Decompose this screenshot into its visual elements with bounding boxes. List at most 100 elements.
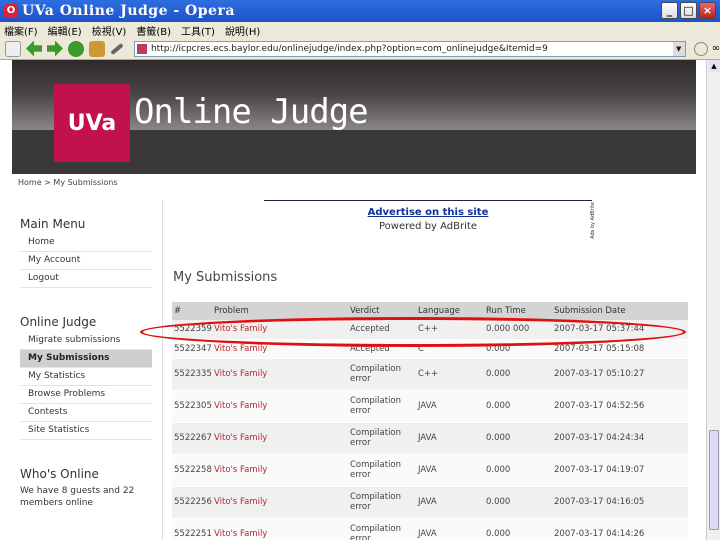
cell-verdict: Compilation error xyxy=(348,518,416,540)
cell-verdict: Compilation error xyxy=(348,422,416,455)
menu-view[interactable]: 檢視(V) xyxy=(92,23,127,38)
menu-bookmarks[interactable]: 書籤(B) xyxy=(136,23,171,38)
forward-icon[interactable] xyxy=(46,40,63,57)
cell-language: JAVA xyxy=(416,454,484,487)
cell-language: JAVA xyxy=(416,518,484,540)
sidebar-item-home[interactable]: Home xyxy=(20,234,152,252)
menu-edit[interactable]: 編輯(E) xyxy=(48,23,82,38)
cell-id: 5522335 xyxy=(172,358,212,391)
cell-language: JAVA xyxy=(416,390,484,423)
col-submission-date[interactable]: Submission Date xyxy=(552,302,688,320)
cell-id: 5522347 xyxy=(172,339,212,359)
cell-run-time: 0.000 xyxy=(484,358,552,391)
table-row: 5522335 Vito's Family Compilation error C++… xyxy=(172,358,688,391)
cell-id: 5522251 xyxy=(172,518,212,540)
cell-submission-date: 2007-03-17 04:19:07 xyxy=(552,454,688,487)
address-bar[interactable]: http://icpcres.ecs.baylor.edu/onlinejudg… xyxy=(133,40,686,57)
table-row: 5522251 Vito's Family Compilation error JAV… xyxy=(172,518,688,540)
cell-run-time: 0.000 xyxy=(484,518,552,540)
col-run-time[interactable]: Run Time xyxy=(484,302,552,320)
ad-powered-by: Powered by AdBrite xyxy=(379,221,477,232)
cell-id: 5522267 xyxy=(172,422,212,455)
col-id[interactable]: # xyxy=(172,302,212,320)
reload-icon[interactable] xyxy=(67,40,84,57)
binoculars-icon[interactable]: ∞ xyxy=(712,43,720,54)
submissions-table: # Problem Verdict Language Run Time Subm… xyxy=(172,302,688,540)
whos-online-title: Who's Online xyxy=(20,467,99,481)
cell-submission-date: 2007-03-17 04:24:34 xyxy=(552,422,688,455)
table-row: 5522359 Vito's Family Accepted C++ 0.000 000… xyxy=(172,320,688,340)
cell-submission-date: 2007-03-17 04:14:26 xyxy=(552,518,688,540)
breadcrumb[interactable]: Home > My Submissions xyxy=(18,178,118,187)
wand-icon[interactable] xyxy=(110,42,124,55)
menu-file[interactable]: 檔案(F) xyxy=(4,23,38,38)
cell-problem-link[interactable]: Vito's Family xyxy=(212,339,348,359)
sidebar-item-my-account[interactable]: My Account xyxy=(20,252,152,270)
cell-problem-link[interactable]: Vito's Family xyxy=(212,390,348,423)
favicon-icon xyxy=(136,43,147,54)
chevron-down-icon[interactable]: ▼ xyxy=(672,41,685,56)
vertical-scrollbar[interactable]: ▲ xyxy=(706,60,720,540)
table-row: 5522267 Vito's Family Compilation error JAV… xyxy=(172,422,688,455)
cell-run-time: 0.000 xyxy=(484,422,552,455)
cell-verdict: Compilation error xyxy=(348,486,416,519)
sidebar-item-site-statistics[interactable]: Site Statistics xyxy=(20,422,152,440)
cell-run-time: 0.000 xyxy=(484,454,552,487)
cell-submission-date: 2007-03-17 04:52:56 xyxy=(552,390,688,423)
address-text: http://icpcres.ecs.baylor.edu/onlinejudg… xyxy=(150,43,548,54)
cell-id: 5522258 xyxy=(172,454,212,487)
maximize-button[interactable]: □ xyxy=(680,2,697,19)
ad-side-label: Ads by AdBrite xyxy=(590,202,596,239)
cell-problem-link[interactable]: Vito's Family xyxy=(212,358,348,391)
cell-submission-date: 2007-03-17 05:10:27 xyxy=(552,358,688,391)
back-icon[interactable] xyxy=(26,40,42,57)
sidebar-item-my-submissions[interactable]: My Submissions xyxy=(20,350,152,368)
table-row: 5522256 Vito's Family Compilation error JAV… xyxy=(172,486,688,519)
home-icon[interactable] xyxy=(88,40,105,57)
cell-problem-link[interactable]: Vito's Family xyxy=(212,518,348,540)
advertise-link[interactable]: Advertise on this site xyxy=(264,207,592,218)
cell-language: C xyxy=(416,339,484,359)
cell-verdict: Compilation error xyxy=(348,454,416,487)
menu-help[interactable]: 說明(H) xyxy=(225,23,260,38)
col-language[interactable]: Language xyxy=(416,302,484,320)
cell-problem-link[interactable]: Vito's Family xyxy=(212,486,348,519)
close-button[interactable]: × xyxy=(699,2,716,19)
sidebar-item-my-statistics[interactable]: My Statistics xyxy=(20,368,152,386)
cell-run-time: 0.000 xyxy=(484,339,552,359)
window-title: UVa Online Judge - Opera xyxy=(22,3,235,19)
cell-problem-link[interactable]: Vito's Family xyxy=(212,320,348,340)
sidebar-item-contests[interactable]: Contests xyxy=(20,404,152,422)
col-problem[interactable]: Problem xyxy=(212,302,348,320)
cell-verdict: Accepted xyxy=(348,320,416,340)
cell-language: JAVA xyxy=(416,422,484,455)
table-row: 5522258 Vito's Family Compilation error JAV… xyxy=(172,454,688,487)
cell-verdict: Compilation error xyxy=(348,390,416,423)
cell-verdict: Compilation error xyxy=(348,358,416,391)
menubar: 檔案(F) 編輯(E) 檢視(V) 書籤(B) 工具(T) 說明(H) xyxy=(0,22,720,38)
site-header: UVa Online Judge xyxy=(12,60,696,174)
table-header-row: # Problem Verdict Language Run Time Subm… xyxy=(172,302,688,320)
cell-submission-date: 2007-03-17 05:15:08 xyxy=(552,339,688,359)
page-icon[interactable] xyxy=(5,40,21,57)
opera-icon: O xyxy=(4,4,18,18)
search-icon[interactable] xyxy=(693,41,708,56)
sidebar-item-browse-problems[interactable]: Browse Problems xyxy=(20,386,152,404)
cell-id: 5522305 xyxy=(172,390,212,423)
cell-problem-link[interactable]: Vito's Family xyxy=(212,422,348,455)
col-verdict[interactable]: Verdict xyxy=(348,302,416,320)
uva-logo[interactable]: UVa xyxy=(54,84,130,162)
scroll-up-icon[interactable]: ▲ xyxy=(708,60,720,72)
cell-verdict: Accepted xyxy=(348,339,416,359)
cell-run-time: 0.000 000 xyxy=(484,320,552,340)
main-menu-title: Main Menu xyxy=(20,217,86,231)
cell-id: 5522359 xyxy=(172,320,212,340)
sidebar-item-logout[interactable]: Logout xyxy=(20,270,152,288)
cell-problem-link[interactable]: Vito's Family xyxy=(212,454,348,487)
sidebar-item-migrate[interactable]: Migrate submissions xyxy=(20,332,152,350)
minimize-button[interactable]: _ xyxy=(661,2,678,19)
scrollbar-thumb[interactable] xyxy=(709,430,719,530)
menu-tools[interactable]: 工具(T) xyxy=(181,23,215,38)
toolbar: http://icpcres.ecs.baylor.edu/onlinejudg… xyxy=(0,38,720,60)
window-title-bar: O UVa Online Judge - Opera _ □ × xyxy=(0,0,720,22)
